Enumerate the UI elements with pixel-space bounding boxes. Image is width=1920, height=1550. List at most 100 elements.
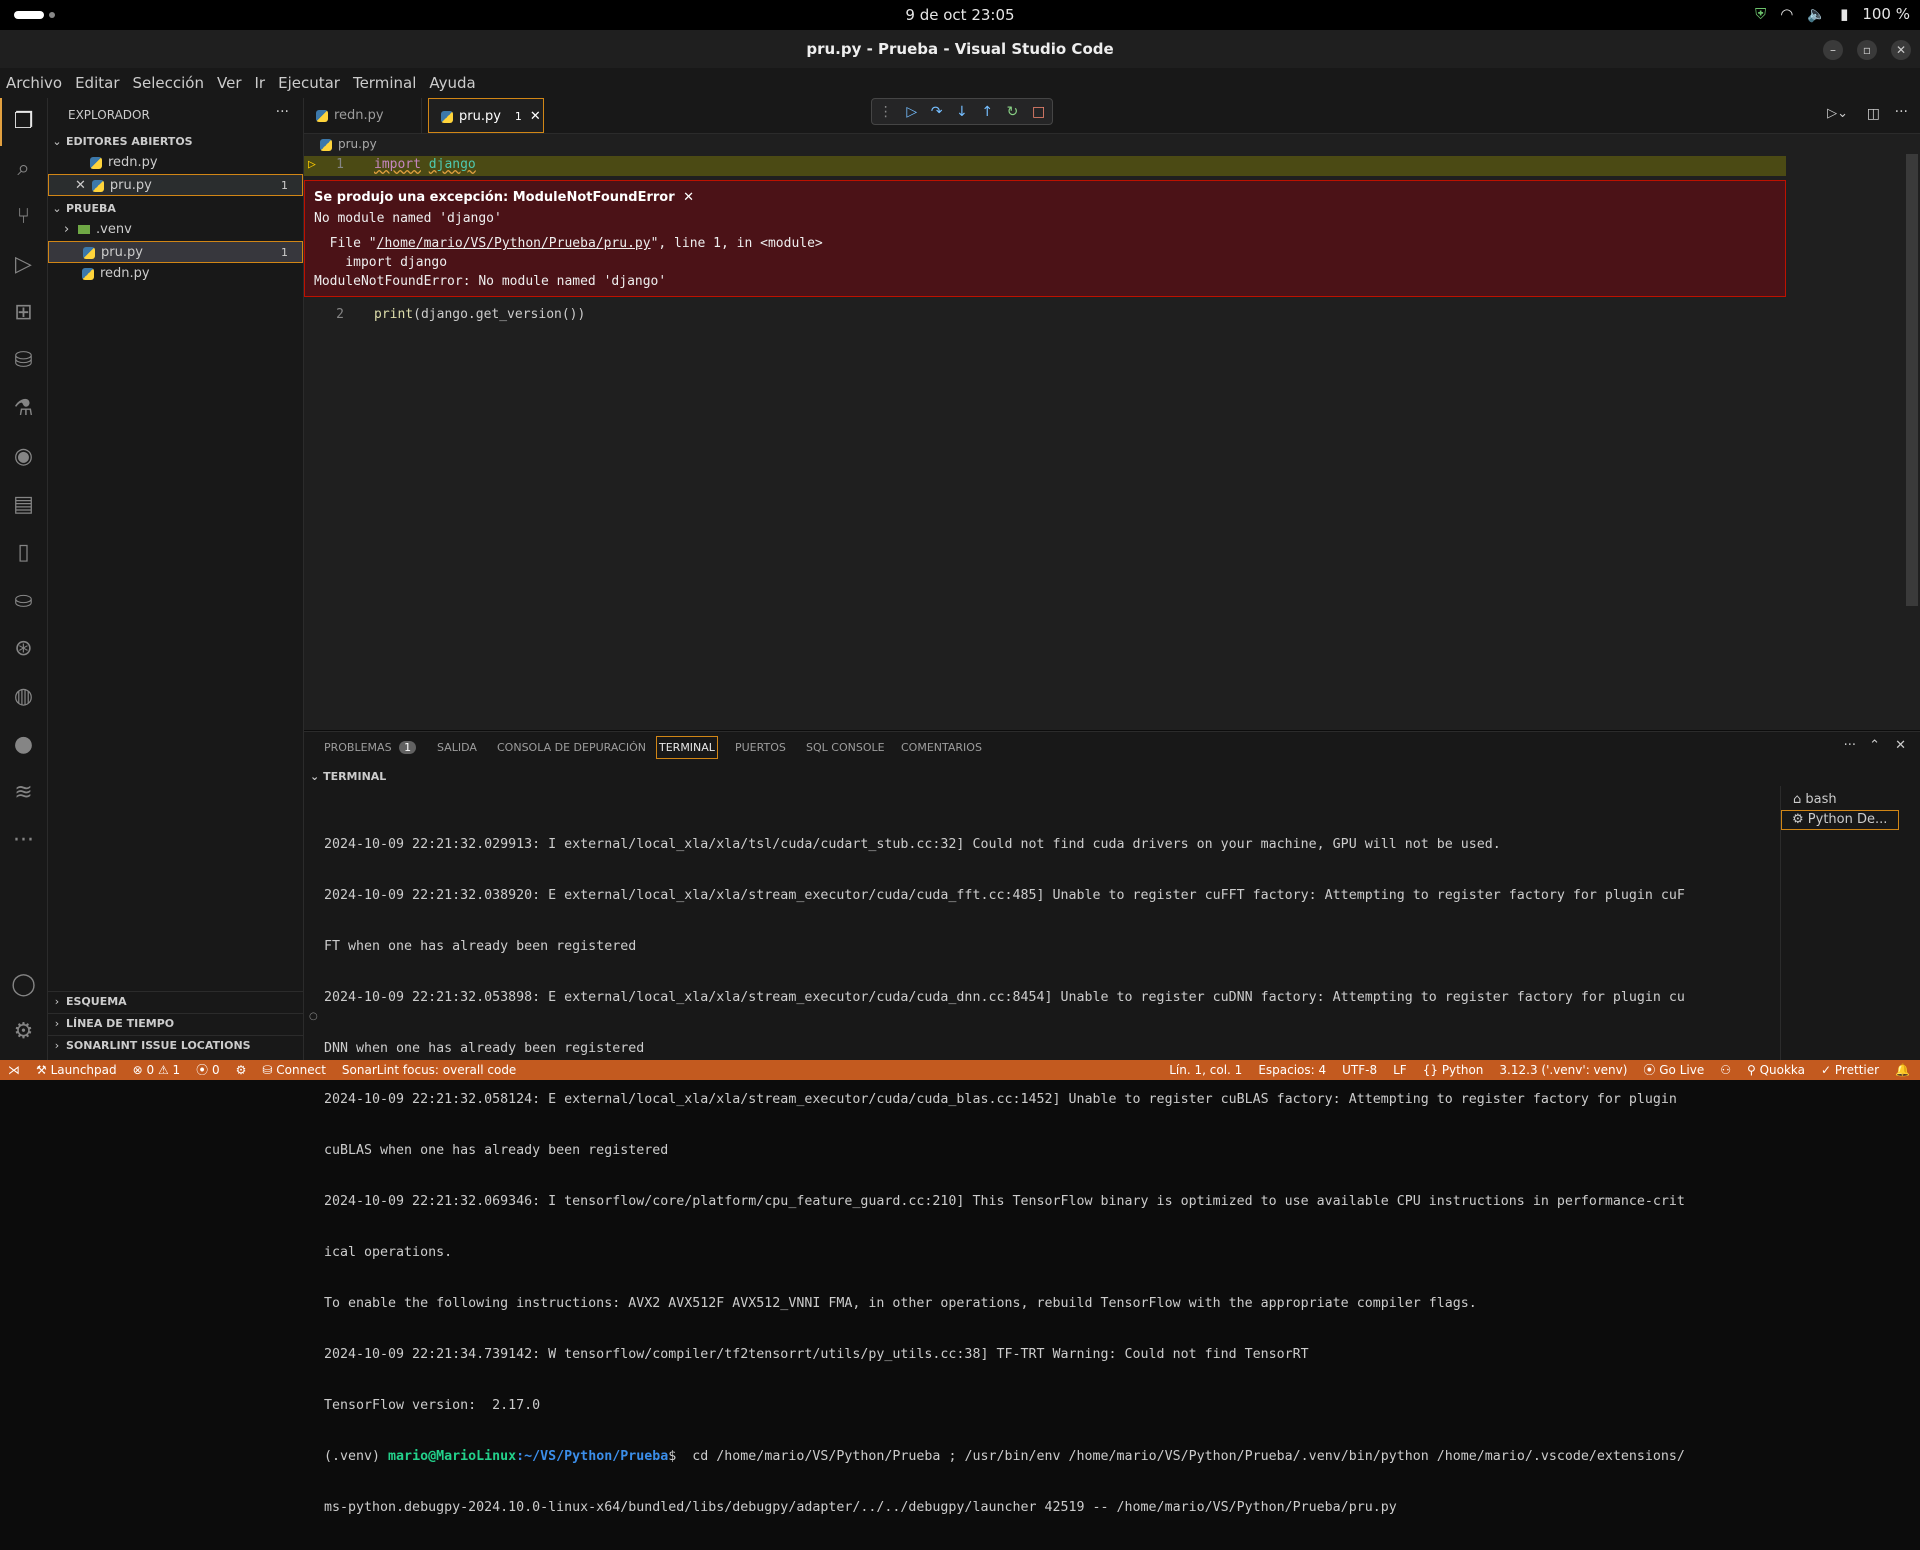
tab-comments[interactable]: COMENTARIOS bbox=[901, 741, 982, 754]
more-icon[interactable]: ··· bbox=[10, 827, 37, 854]
open-editor-item[interactable]: redn.py bbox=[48, 152, 303, 174]
run-debug-icon[interactable]: ▷ bbox=[10, 251, 37, 278]
remote-icon[interactable]: ⋊ bbox=[8, 1060, 20, 1080]
encoding[interactable]: UTF-8 bbox=[1342, 1060, 1377, 1080]
browser-preview-icon[interactable]: ▤ bbox=[10, 491, 37, 518]
tab-debug-console[interactable]: CONSOLA DE DEPURACIÓN bbox=[497, 741, 646, 754]
project-header[interactable]: ⌄ PRUEBA bbox=[48, 199, 303, 219]
breadcrumb-file[interactable]: pru.py bbox=[338, 137, 377, 151]
restart-icon[interactable]: ↻ bbox=[1007, 104, 1019, 120]
connect-item[interactable]: ⛁ Connect bbox=[262, 1060, 326, 1080]
tab-ports[interactable]: PUERTOS bbox=[735, 741, 786, 754]
menu-ver[interactable]: Ver bbox=[217, 74, 242, 92]
run-icon[interactable]: ▷⌄ bbox=[1827, 106, 1848, 121]
maximize-button[interactable]: ▫ bbox=[1857, 40, 1877, 60]
notebook-icon[interactable]: ▯ bbox=[10, 539, 37, 566]
more-actions-icon[interactable]: ··· bbox=[1844, 738, 1856, 753]
close-panel-icon[interactable]: ✕ bbox=[1895, 738, 1906, 753]
notifications-icon[interactable]: 🔔 bbox=[1895, 1060, 1910, 1080]
cursor-position[interactable]: Lín. 1, col. 1 bbox=[1169, 1060, 1242, 1080]
problems-item[interactable]: ⊗ 0 ⚠ 1 bbox=[133, 1060, 181, 1080]
timeline-icon[interactable]: ◍ bbox=[10, 683, 37, 710]
terminal-name: bash bbox=[1805, 792, 1837, 807]
menu-terminal[interactable]: Terminal bbox=[353, 74, 416, 92]
quokka-item[interactable]: ⚲ Quokka bbox=[1747, 1060, 1805, 1080]
search-icon[interactable]: ⌕ bbox=[10, 155, 37, 182]
folder-name: .venv bbox=[96, 222, 132, 237]
go-live-item[interactable]: ⦿ Go Live bbox=[1643, 1060, 1704, 1080]
python-file-icon bbox=[91, 179, 104, 192]
language-mode[interactable]: {} Python bbox=[1423, 1060, 1484, 1080]
more-actions-icon[interactable]: ··· bbox=[1895, 104, 1908, 120]
terminal-output[interactable]: 2024-10-09 22:21:32.029913: I external/l… bbox=[324, 802, 1764, 1550]
file-name: redn.py bbox=[100, 266, 150, 281]
step-into-icon[interactable]: ↓ bbox=[956, 104, 968, 120]
menu-ayuda[interactable]: Ayuda bbox=[429, 74, 475, 92]
gear-icon[interactable]: ⚙ bbox=[10, 1018, 37, 1045]
tab-redn[interactable]: redn.py bbox=[304, 98, 422, 133]
menu-ejecutar[interactable]: Ejecutar bbox=[278, 74, 340, 92]
step-out-icon[interactable]: ↑ bbox=[981, 104, 993, 120]
account-icon[interactable]: ◯ bbox=[10, 971, 37, 998]
indentation[interactable]: Espacios: 4 bbox=[1258, 1060, 1326, 1080]
file-item[interactable]: redn.py bbox=[48, 263, 303, 285]
breadcrumb[interactable]: pru.py bbox=[304, 134, 1920, 154]
problem-count: 1 bbox=[514, 110, 522, 123]
tab-problems[interactable]: PROBLEMAS 1 bbox=[324, 741, 417, 754]
close-icon[interactable]: ✕ bbox=[530, 109, 541, 124]
maximize-panel-icon[interactable]: ⌃ bbox=[1869, 738, 1880, 753]
extensions-icon[interactable]: ⊞ bbox=[10, 299, 37, 326]
tab-pru[interactable]: pru.py 1 ✕ bbox=[428, 98, 544, 133]
minimize-button[interactable]: – bbox=[1823, 40, 1843, 60]
more-actions-icon[interactable]: ··· bbox=[276, 104, 289, 120]
launchpad-item[interactable]: ⚒ Launchpad bbox=[36, 1060, 117, 1080]
file-link[interactable]: /home/mario/VS/Python/Prueba/pru.py bbox=[377, 236, 651, 251]
sonarlint-item[interactable]: SonarLint focus: overall code bbox=[342, 1060, 516, 1080]
step-over-icon[interactable]: ↷ bbox=[931, 104, 943, 120]
debug-status-icon[interactable]: ⚙ bbox=[236, 1060, 247, 1080]
open-editors-header[interactable]: ⌄ EDITORES ABIERTOS bbox=[48, 132, 303, 152]
continue-icon[interactable]: ▷ bbox=[906, 104, 917, 120]
drag-handle-icon[interactable]: ⋮ bbox=[879, 104, 893, 120]
ports-item[interactable]: ⦿ 0 bbox=[196, 1060, 219, 1080]
menu-seleccion[interactable]: Selección bbox=[133, 74, 205, 92]
tab-sql-console[interactable]: SQL CONSOLE bbox=[806, 741, 885, 754]
stop-icon[interactable]: □ bbox=[1032, 104, 1045, 120]
source-control-icon[interactable]: ⑂ bbox=[10, 203, 37, 230]
layers-icon[interactable]: ≋ bbox=[10, 779, 37, 806]
sonarlint-header[interactable]: › SONARLINT ISSUE LOCATIONS bbox=[48, 1035, 303, 1056]
system-clock[interactable]: 9 de oct 23:05 bbox=[0, 6, 1920, 24]
close-window-button[interactable]: ✕ bbox=[1891, 40, 1911, 60]
window-title-bar: pru.py - Prueba - Visual Studio Code – ▫… bbox=[0, 30, 1920, 68]
git-graph-icon[interactable]: ⊛ bbox=[10, 635, 37, 662]
tab-output[interactable]: SALIDA bbox=[437, 741, 477, 754]
edge-icon[interactable]: ◉ bbox=[10, 443, 37, 470]
split-editor-icon[interactable]: ◫ bbox=[1867, 106, 1880, 122]
copilot-icon[interactable]: ⚇ bbox=[1720, 1060, 1731, 1080]
scrollbar[interactable] bbox=[1906, 154, 1918, 606]
open-editor-item[interactable]: ✕ pru.py 1 bbox=[48, 174, 303, 196]
end-of-line[interactable]: LF bbox=[1393, 1060, 1407, 1080]
gear-icon: ⚙ bbox=[1792, 812, 1804, 827]
explorer-icon[interactable]: ❐ bbox=[10, 108, 37, 135]
close-icon[interactable]: ✕ bbox=[75, 178, 86, 193]
folder-item[interactable]: › .venv bbox=[48, 219, 303, 241]
terminal-section-header[interactable]: ⌄ TERMINAL bbox=[310, 770, 386, 783]
close-icon[interactable]: ✕ bbox=[683, 190, 694, 205]
github-icon[interactable]: ● bbox=[10, 731, 37, 758]
tab-terminal[interactable]: TERMINAL bbox=[656, 736, 718, 759]
outline-header[interactable]: › ESQUEMA bbox=[48, 991, 303, 1012]
system-tray[interactable]: ⛨ ◠ 🔈 ▮ 100 % bbox=[1755, 5, 1910, 23]
menu-editar[interactable]: Editar bbox=[75, 74, 119, 92]
terminal-python-debug[interactable]: ⚙ Python De... bbox=[1781, 810, 1899, 830]
file-item[interactable]: pru.py 1 bbox=[48, 241, 303, 263]
python-interpreter[interactable]: 3.12.3 ('.venv': venv) bbox=[1499, 1060, 1627, 1080]
terminal-bash[interactable]: ⌂ bash bbox=[1793, 792, 1837, 807]
database-icon[interactable]: ⛁ bbox=[10, 347, 37, 374]
testing-icon[interactable]: ⚗ bbox=[10, 395, 37, 422]
menu-archivo[interactable]: Archivo bbox=[6, 74, 62, 92]
sql-icon[interactable]: ⛀ bbox=[10, 587, 37, 614]
prettier-item[interactable]: ✓ Prettier bbox=[1821, 1060, 1879, 1080]
menu-ir[interactable]: Ir bbox=[255, 74, 266, 92]
timeline-header[interactable]: › LÍNEA DE TIEMPO bbox=[48, 1013, 303, 1034]
